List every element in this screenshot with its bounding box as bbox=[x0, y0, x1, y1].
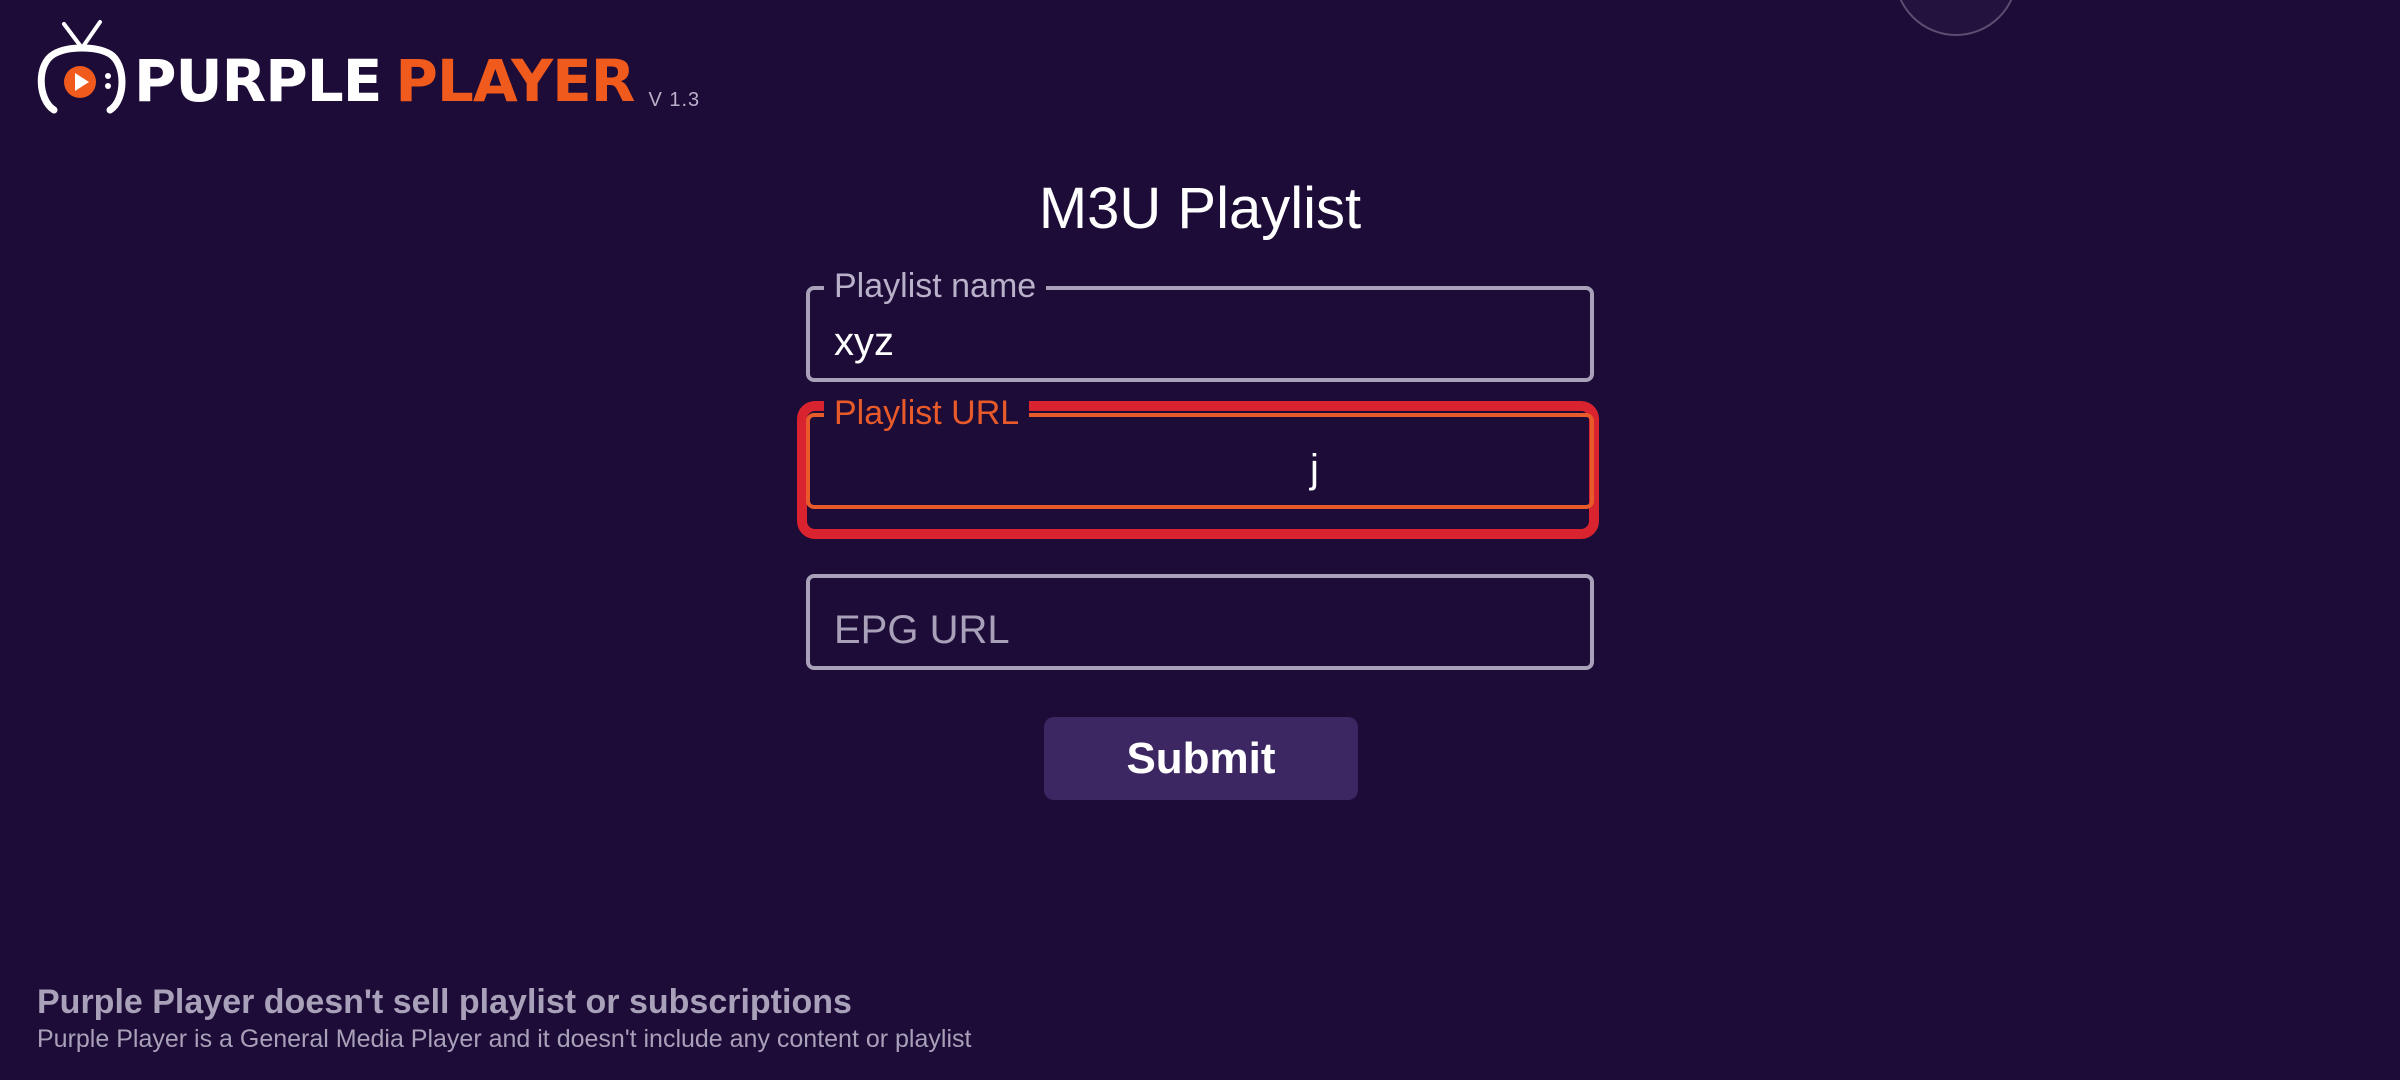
m3u-playlist-screen: PURPLE PLAYER V 1.3 M3U Playlist Playlis… bbox=[0, 0, 2400, 1080]
page-title: M3U Playlist bbox=[1038, 176, 1362, 241]
overlay-circle bbox=[1894, 0, 2018, 36]
playlist-url-value: j bbox=[1310, 447, 1319, 491]
epg-url-field[interactable]: EPG URL bbox=[806, 574, 1594, 670]
playlist-name-label: Playlist name bbox=[824, 266, 1047, 307]
playlist-name-value: xyz bbox=[834, 320, 894, 364]
epg-url-placeholder: EPG URL bbox=[834, 608, 1010, 652]
logo-word-purple: PURPLE bbox=[134, 47, 382, 115]
app-version: V 1.3 bbox=[648, 89, 701, 111]
disclaimer-title: Purple Player doesn't sell playlist or s… bbox=[37, 983, 852, 1021]
logo-word-player: PLAYER bbox=[395, 47, 635, 115]
tv-play-icon bbox=[37, 20, 126, 114]
playlist-url-field[interactable]: Playlist URL j bbox=[806, 393, 1594, 509]
submit-button[interactable]: Submit bbox=[1044, 717, 1358, 800]
playlist-url-label: Playlist URL bbox=[824, 393, 1030, 434]
disclaimer-text: Purple Player is a General Media Player … bbox=[37, 1025, 972, 1053]
playlist-name-field[interactable]: Playlist name xyz bbox=[806, 266, 1594, 382]
app-logo: PURPLE PLAYER V 1.3 bbox=[34, 16, 700, 116]
